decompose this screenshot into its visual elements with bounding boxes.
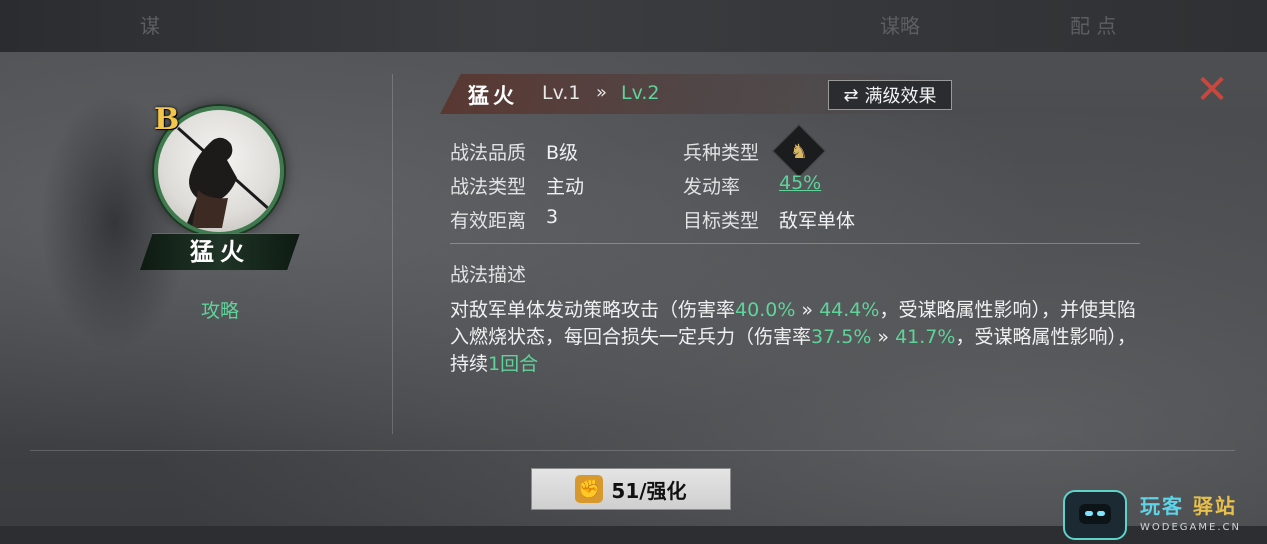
- desc-burn-rate-1: 37.5%: [811, 326, 872, 348]
- desc-arrow-1: »: [795, 299, 820, 321]
- swap-icon: ⇄: [843, 84, 859, 106]
- desc-arrow-2: »: [871, 326, 896, 348]
- desc-duration: 1回合: [488, 353, 539, 375]
- range-label: 有效距离: [450, 210, 527, 232]
- desc-part-1: 对敌军单体发动策略攻击（伤害率: [450, 299, 736, 321]
- skill-description: 对敌军单体发动策略攻击（伤害率40.0% » 44.4%，受谋略属性影响），并使…: [450, 297, 1150, 378]
- top-bar: 谋 谋略 配 点: [0, 0, 1267, 52]
- watermark-sub: WODEGAME.CN: [1140, 522, 1241, 533]
- watermark-text: 玩客 驿站: [1140, 490, 1237, 519]
- next-level: Lv.2: [621, 82, 660, 104]
- unit-type-label: 兵种类型: [683, 142, 760, 164]
- horizontal-divider: [30, 450, 1235, 451]
- robot-face-icon: [1079, 504, 1111, 524]
- type-label: 战法类型: [450, 176, 527, 198]
- enhance-button[interactable]: ✊ 51/强化: [531, 468, 731, 510]
- type-value: 主动: [546, 176, 585, 198]
- top-tab-ghost-mid: 谋略: [880, 14, 920, 38]
- max-level-effect-button[interactable]: ⇄ 满级效果: [828, 80, 952, 110]
- current-level: Lv.1: [542, 82, 581, 104]
- guide-link[interactable]: 攻略: [180, 296, 260, 323]
- trigger-rate-label: 发动率: [683, 176, 741, 198]
- desc-damage-rate-1: 40.0%: [735, 299, 796, 321]
- fist-icon: ✊: [575, 475, 604, 503]
- watermark-logo: [1063, 490, 1127, 540]
- target-type-label: 目标类型: [683, 210, 760, 232]
- target-type-value: 敌军单体: [779, 210, 856, 232]
- trigger-rate-value[interactable]: 45%: [779, 172, 821, 194]
- close-button[interactable]: ✕: [1192, 70, 1232, 110]
- range-value: 3: [546, 206, 559, 228]
- horse-icon: ♞: [772, 124, 826, 178]
- desc-burn-rate-2: 41.7%: [895, 326, 956, 348]
- description-title: 战法描述: [450, 264, 527, 286]
- top-tab-ghost-right: 配 点: [1070, 14, 1117, 38]
- banner-skill-name: 猛火: [190, 238, 250, 266]
- grade-badge: B: [154, 102, 180, 137]
- desc-damage-rate-2: 44.4%: [819, 299, 880, 321]
- top-tab-ghost-left: 谋: [140, 14, 160, 38]
- skill-portrait: B: [150, 102, 288, 240]
- quality-value: B级: [546, 142, 579, 164]
- enhance-button-label: 51/强化: [611, 478, 687, 503]
- vertical-divider: [392, 74, 393, 434]
- info-divider: [450, 243, 1140, 244]
- max-level-effect-label: 满级效果: [864, 86, 937, 107]
- skill-detail-panel: B 猛火 攻略 猛火 Lv.1 » Lv.2 ⇄ 满级效果 ✕ 战法品质 B级 …: [0, 52, 1267, 526]
- skill-name-banner: 猛火: [140, 233, 300, 270]
- skill-name: 猛火: [468, 84, 518, 108]
- watermark-main-a: 玩客: [1140, 494, 1184, 518]
- watermark-main-b: 驿站: [1192, 494, 1237, 518]
- quality-label: 战法品质: [450, 142, 527, 164]
- close-icon: ✕: [1195, 67, 1229, 113]
- level-arrow-icon: »: [596, 82, 608, 103]
